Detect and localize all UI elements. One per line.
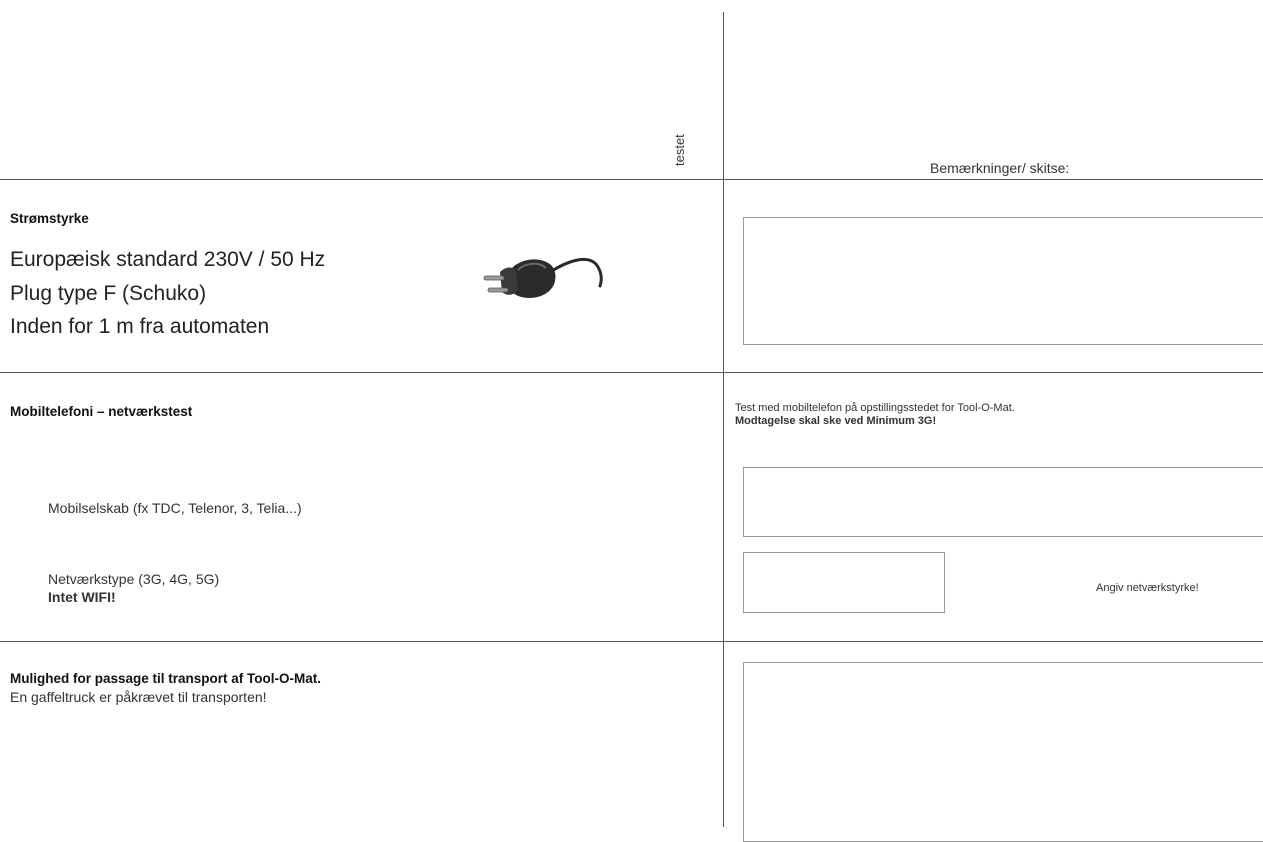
- network-type-field[interactable]: [743, 552, 945, 613]
- mobile-min-requirement: Modtagelse skal ske ved Minimum 3G!: [735, 415, 937, 427]
- no-wifi-note: Intet WIFI!: [48, 589, 116, 605]
- power-plug-type-text: Plug type F (Schuko): [10, 282, 207, 305]
- testet-column-header: testet: [672, 134, 687, 166]
- power-remarks-field[interactable]: [743, 217, 1263, 345]
- network-type-label: Netværkstype (3G, 4G, 5G): [48, 571, 220, 587]
- power-standard-text: Europæisk standard 230V / 50 Hz: [10, 248, 326, 271]
- mobile-operator-field[interactable]: [743, 467, 1263, 537]
- mobile-test-instruction: Test med mobiltelefon på opstillingssted…: [735, 402, 1015, 414]
- header-divider: [0, 179, 1263, 180]
- transport-remarks-field[interactable]: [743, 662, 1263, 842]
- section-divider-mobile: [0, 641, 1263, 642]
- power-distance-text: Inden for 1 m fra automaten: [10, 315, 270, 338]
- power-section-title: Strømstyrke: [10, 211, 89, 226]
- remarks-column-header: Bemærkninger/ skitse:: [930, 160, 1070, 176]
- section-divider-power: [0, 372, 1263, 373]
- power-plug-icon: [483, 258, 603, 298]
- mobile-operator-label: Mobilselskab (fx TDC, Telenor, 3, Telia.…: [48, 500, 302, 516]
- transport-section-title: Mulighed for passage til transport af To…: [10, 671, 322, 686]
- mobile-section-title: Mobiltelefoni – netværkstest: [10, 404, 193, 419]
- transport-forklift-note: En gaffeltruck er påkrævet til transport…: [10, 689, 267, 705]
- column-divider: [723, 12, 724, 827]
- network-strength-label: Angiv netværkstyrke!: [1096, 582, 1199, 594]
